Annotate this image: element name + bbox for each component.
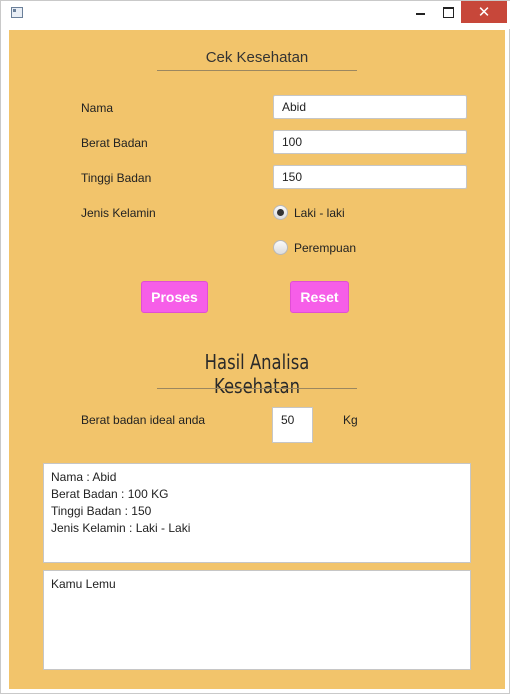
minimize-icon bbox=[415, 13, 425, 15]
summary-textarea[interactable]: Nama : Abid Berat Badan : 100 KG Tinggi … bbox=[43, 463, 471, 563]
ideal-weight-field[interactable]: 50 bbox=[272, 407, 313, 443]
radio-perempuan-label[interactable]: Perempuan bbox=[294, 241, 356, 255]
radio-laki-laki-label[interactable]: Laki - laki bbox=[294, 206, 345, 220]
result-title: Hasil Analisa Kesehatan bbox=[204, 350, 310, 398]
radio-laki-laki[interactable] bbox=[273, 205, 288, 220]
maximize-icon bbox=[442, 6, 454, 18]
result-title-divider bbox=[157, 388, 357, 389]
summary-line: Jenis Kelamin : Laki - Laki bbox=[51, 521, 191, 535]
berat-label: Berat Badan bbox=[81, 136, 148, 150]
verdict-text: Kamu Lemu bbox=[51, 577, 116, 591]
jenis-kelamin-label: Jenis Kelamin bbox=[81, 206, 156, 220]
reset-button[interactable]: Reset bbox=[290, 281, 349, 313]
minimize-button[interactable] bbox=[405, 1, 435, 23]
close-icon: ✕ bbox=[477, 4, 491, 21]
ideal-weight-label: Berat badan ideal anda bbox=[81, 413, 206, 427]
app-window-icon bbox=[11, 7, 23, 18]
maximize-button[interactable] bbox=[433, 1, 463, 23]
ideal-weight-unit: Kg bbox=[343, 413, 358, 427]
summary-line: Tinggi Badan : 150 bbox=[51, 504, 152, 518]
tinggi-input[interactable]: 150 bbox=[273, 165, 467, 189]
main-panel: Cek Kesehatan Nama Abid Berat Badan 100 … bbox=[9, 30, 505, 689]
proses-button[interactable]: Proses bbox=[141, 281, 208, 313]
form-title-divider bbox=[157, 70, 357, 71]
app-window: ✕ Cek Kesehatan Nama Abid Berat Badan 10… bbox=[0, 0, 511, 694]
close-button[interactable]: ✕ bbox=[461, 1, 507, 23]
radio-perempuan[interactable] bbox=[273, 240, 288, 255]
summary-line: Nama : Abid bbox=[51, 470, 117, 484]
verdict-textarea[interactable]: Kamu Lemu bbox=[43, 570, 471, 670]
title-bar: ✕ bbox=[1, 1, 511, 29]
nama-label: Nama bbox=[81, 101, 114, 115]
summary-line: Berat Badan : 100 KG bbox=[51, 487, 169, 501]
tinggi-label: Tinggi Badan bbox=[81, 171, 152, 185]
nama-input[interactable]: Abid bbox=[273, 95, 467, 119]
form-title: Cek Kesehatan bbox=[205, 49, 309, 66]
berat-input[interactable]: 100 bbox=[273, 130, 467, 154]
